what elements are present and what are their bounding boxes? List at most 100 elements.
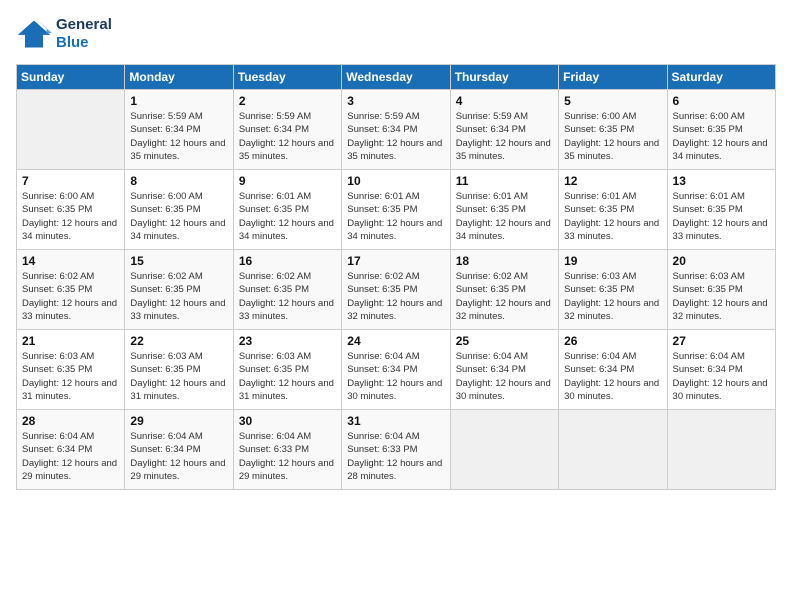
day-number: 29 bbox=[130, 414, 227, 428]
day-detail: Sunrise: 6:01 AMSunset: 6:35 PMDaylight:… bbox=[456, 190, 553, 243]
calendar-cell: 17 Sunrise: 6:02 AMSunset: 6:35 PMDaylig… bbox=[342, 250, 450, 330]
calendar-week-row: 14 Sunrise: 6:02 AMSunset: 6:35 PMDaylig… bbox=[17, 250, 776, 330]
calendar-cell: 3 Sunrise: 5:59 AMSunset: 6:34 PMDayligh… bbox=[342, 90, 450, 170]
calendar-cell bbox=[17, 90, 125, 170]
day-detail: Sunrise: 6:04 AMSunset: 6:33 PMDaylight:… bbox=[347, 430, 444, 483]
day-number: 20 bbox=[673, 254, 770, 268]
calendar-cell: 31 Sunrise: 6:04 AMSunset: 6:33 PMDaylig… bbox=[342, 410, 450, 490]
day-detail: Sunrise: 5:59 AMSunset: 6:34 PMDaylight:… bbox=[456, 110, 553, 163]
weekday-header-thursday: Thursday bbox=[450, 65, 558, 90]
day-detail: Sunrise: 5:59 AMSunset: 6:34 PMDaylight:… bbox=[130, 110, 227, 163]
day-detail: Sunrise: 6:00 AMSunset: 6:35 PMDaylight:… bbox=[564, 110, 661, 163]
day-number: 26 bbox=[564, 334, 661, 348]
calendar-cell: 18 Sunrise: 6:02 AMSunset: 6:35 PMDaylig… bbox=[450, 250, 558, 330]
day-detail: Sunrise: 6:04 AMSunset: 6:34 PMDaylight:… bbox=[347, 350, 444, 403]
calendar-week-row: 7 Sunrise: 6:00 AMSunset: 6:35 PMDayligh… bbox=[17, 170, 776, 250]
logo-text: General Blue bbox=[56, 16, 112, 52]
calendar-cell: 14 Sunrise: 6:02 AMSunset: 6:35 PMDaylig… bbox=[17, 250, 125, 330]
calendar-cell: 1 Sunrise: 5:59 AMSunset: 6:34 PMDayligh… bbox=[125, 90, 233, 170]
calendar-cell: 20 Sunrise: 6:03 AMSunset: 6:35 PMDaylig… bbox=[667, 250, 775, 330]
day-number: 17 bbox=[347, 254, 444, 268]
day-detail: Sunrise: 6:03 AMSunset: 6:35 PMDaylight:… bbox=[673, 270, 770, 323]
day-detail: Sunrise: 6:04 AMSunset: 6:34 PMDaylight:… bbox=[22, 430, 119, 483]
calendar-cell: 29 Sunrise: 6:04 AMSunset: 6:34 PMDaylig… bbox=[125, 410, 233, 490]
day-number: 14 bbox=[22, 254, 119, 268]
weekday-header-wednesday: Wednesday bbox=[342, 65, 450, 90]
calendar-week-row: 21 Sunrise: 6:03 AMSunset: 6:35 PMDaylig… bbox=[17, 330, 776, 410]
calendar-cell: 26 Sunrise: 6:04 AMSunset: 6:34 PMDaylig… bbox=[559, 330, 667, 410]
day-number: 21 bbox=[22, 334, 119, 348]
weekday-header-monday: Monday bbox=[125, 65, 233, 90]
day-detail: Sunrise: 6:01 AMSunset: 6:35 PMDaylight:… bbox=[239, 190, 336, 243]
calendar-cell: 2 Sunrise: 5:59 AMSunset: 6:34 PMDayligh… bbox=[233, 90, 341, 170]
calendar-cell: 16 Sunrise: 6:02 AMSunset: 6:35 PMDaylig… bbox=[233, 250, 341, 330]
day-number: 28 bbox=[22, 414, 119, 428]
calendar-cell: 19 Sunrise: 6:03 AMSunset: 6:35 PMDaylig… bbox=[559, 250, 667, 330]
day-number: 12 bbox=[564, 174, 661, 188]
day-number: 2 bbox=[239, 94, 336, 108]
day-number: 13 bbox=[673, 174, 770, 188]
calendar-cell: 25 Sunrise: 6:04 AMSunset: 6:34 PMDaylig… bbox=[450, 330, 558, 410]
weekday-header-row: SundayMondayTuesdayWednesdayThursdayFrid… bbox=[17, 65, 776, 90]
day-number: 7 bbox=[22, 174, 119, 188]
day-number: 25 bbox=[456, 334, 553, 348]
day-number: 22 bbox=[130, 334, 227, 348]
weekday-header-tuesday: Tuesday bbox=[233, 65, 341, 90]
day-detail: Sunrise: 6:00 AMSunset: 6:35 PMDaylight:… bbox=[22, 190, 119, 243]
calendar-cell: 10 Sunrise: 6:01 AMSunset: 6:35 PMDaylig… bbox=[342, 170, 450, 250]
calendar-cell: 21 Sunrise: 6:03 AMSunset: 6:35 PMDaylig… bbox=[17, 330, 125, 410]
calendar-cell: 24 Sunrise: 6:04 AMSunset: 6:34 PMDaylig… bbox=[342, 330, 450, 410]
weekday-header-sunday: Sunday bbox=[17, 65, 125, 90]
day-detail: Sunrise: 6:00 AMSunset: 6:35 PMDaylight:… bbox=[673, 110, 770, 163]
day-detail: Sunrise: 6:02 AMSunset: 6:35 PMDaylight:… bbox=[239, 270, 336, 323]
day-detail: Sunrise: 6:02 AMSunset: 6:35 PMDaylight:… bbox=[456, 270, 553, 323]
calendar-cell: 12 Sunrise: 6:01 AMSunset: 6:35 PMDaylig… bbox=[559, 170, 667, 250]
calendar-table: SundayMondayTuesdayWednesdayThursdayFrid… bbox=[16, 64, 776, 490]
day-number: 27 bbox=[673, 334, 770, 348]
calendar-cell bbox=[559, 410, 667, 490]
calendar-cell: 30 Sunrise: 6:04 AMSunset: 6:33 PMDaylig… bbox=[233, 410, 341, 490]
day-detail: Sunrise: 6:02 AMSunset: 6:35 PMDaylight:… bbox=[347, 270, 444, 323]
day-detail: Sunrise: 6:03 AMSunset: 6:35 PMDaylight:… bbox=[130, 350, 227, 403]
day-number: 30 bbox=[239, 414, 336, 428]
day-detail: Sunrise: 6:01 AMSunset: 6:35 PMDaylight:… bbox=[564, 190, 661, 243]
day-number: 16 bbox=[239, 254, 336, 268]
day-detail: Sunrise: 6:04 AMSunset: 6:33 PMDaylight:… bbox=[239, 430, 336, 483]
page-header: General Blue bbox=[16, 16, 776, 52]
calendar-cell: 9 Sunrise: 6:01 AMSunset: 6:35 PMDayligh… bbox=[233, 170, 341, 250]
weekday-header-saturday: Saturday bbox=[667, 65, 775, 90]
day-detail: Sunrise: 6:04 AMSunset: 6:34 PMDaylight:… bbox=[564, 350, 661, 403]
calendar-cell: 13 Sunrise: 6:01 AMSunset: 6:35 PMDaylig… bbox=[667, 170, 775, 250]
day-detail: Sunrise: 5:59 AMSunset: 6:34 PMDaylight:… bbox=[239, 110, 336, 163]
day-number: 23 bbox=[239, 334, 336, 348]
calendar-cell bbox=[450, 410, 558, 490]
day-number: 3 bbox=[347, 94, 444, 108]
day-detail: Sunrise: 6:02 AMSunset: 6:35 PMDaylight:… bbox=[22, 270, 119, 323]
calendar-cell: 28 Sunrise: 6:04 AMSunset: 6:34 PMDaylig… bbox=[17, 410, 125, 490]
day-number: 11 bbox=[456, 174, 553, 188]
day-number: 4 bbox=[456, 94, 553, 108]
day-detail: Sunrise: 6:00 AMSunset: 6:35 PMDaylight:… bbox=[130, 190, 227, 243]
day-detail: Sunrise: 6:04 AMSunset: 6:34 PMDaylight:… bbox=[456, 350, 553, 403]
calendar-cell: 23 Sunrise: 6:03 AMSunset: 6:35 PMDaylig… bbox=[233, 330, 341, 410]
calendar-cell: 8 Sunrise: 6:00 AMSunset: 6:35 PMDayligh… bbox=[125, 170, 233, 250]
calendar-cell: 22 Sunrise: 6:03 AMSunset: 6:35 PMDaylig… bbox=[125, 330, 233, 410]
day-detail: Sunrise: 6:01 AMSunset: 6:35 PMDaylight:… bbox=[673, 190, 770, 243]
day-number: 18 bbox=[456, 254, 553, 268]
calendar-cell: 15 Sunrise: 6:02 AMSunset: 6:35 PMDaylig… bbox=[125, 250, 233, 330]
day-number: 9 bbox=[239, 174, 336, 188]
day-detail: Sunrise: 5:59 AMSunset: 6:34 PMDaylight:… bbox=[347, 110, 444, 163]
calendar-cell: 7 Sunrise: 6:00 AMSunset: 6:35 PMDayligh… bbox=[17, 170, 125, 250]
weekday-header-friday: Friday bbox=[559, 65, 667, 90]
day-number: 15 bbox=[130, 254, 227, 268]
calendar-week-row: 28 Sunrise: 6:04 AMSunset: 6:34 PMDaylig… bbox=[17, 410, 776, 490]
calendar-cell bbox=[667, 410, 775, 490]
logo: General Blue bbox=[16, 16, 112, 52]
calendar-cell: 5 Sunrise: 6:00 AMSunset: 6:35 PMDayligh… bbox=[559, 90, 667, 170]
day-number: 8 bbox=[130, 174, 227, 188]
day-number: 1 bbox=[130, 94, 227, 108]
day-number: 31 bbox=[347, 414, 444, 428]
calendar-cell: 27 Sunrise: 6:04 AMSunset: 6:34 PMDaylig… bbox=[667, 330, 775, 410]
day-detail: Sunrise: 6:02 AMSunset: 6:35 PMDaylight:… bbox=[130, 270, 227, 323]
day-detail: Sunrise: 6:04 AMSunset: 6:34 PMDaylight:… bbox=[130, 430, 227, 483]
